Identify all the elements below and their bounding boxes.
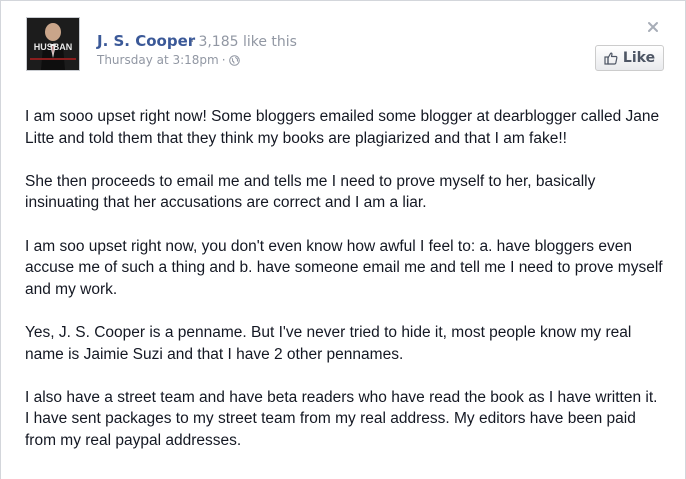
post-paragraph: I am sooo upset right now! Some bloggers… (25, 108, 660, 147)
globe-icon[interactable] (228, 55, 240, 66)
like-count[interactable]: · 3,185 like this (190, 34, 297, 50)
close-icon[interactable] (646, 19, 660, 33)
page-name-link[interactable]: J. S. Cooper (97, 32, 195, 50)
like-button-label: Like (622, 50, 656, 66)
facebook-post: HUSBAN J. S. Cooper · 3,185 like this Thu… (0, 0, 686, 479)
post-timestamp[interactable]: Thursday at 3:18pm (97, 53, 219, 68)
avatar-title-text: HUSBAN (34, 42, 73, 52)
post-meta: Thursday at 3:18pm · (97, 53, 240, 68)
meta-separator: · (221, 53, 226, 67)
post-paragraph: I also have a street team and have beta … (25, 388, 658, 449)
page-avatar[interactable]: HUSBAN (26, 17, 80, 71)
post-body: I am sooo upset right now! Some bloggers… (25, 106, 665, 473)
avatar-book-cover: HUSBAN (27, 18, 79, 70)
like-button[interactable]: Like (595, 45, 664, 71)
post-paragraph: Yes, J. S. Cooper is a penname. But I've… (25, 323, 632, 363)
post-paragraph: She then proceeds to email me and tells … (25, 172, 596, 212)
like-count-text: 3,185 like this (198, 34, 297, 50)
post-paragraph: I am soo upset right now, you don't even… (25, 237, 663, 298)
thumbs-up-icon (604, 52, 618, 65)
separator-dot: · (190, 34, 195, 50)
